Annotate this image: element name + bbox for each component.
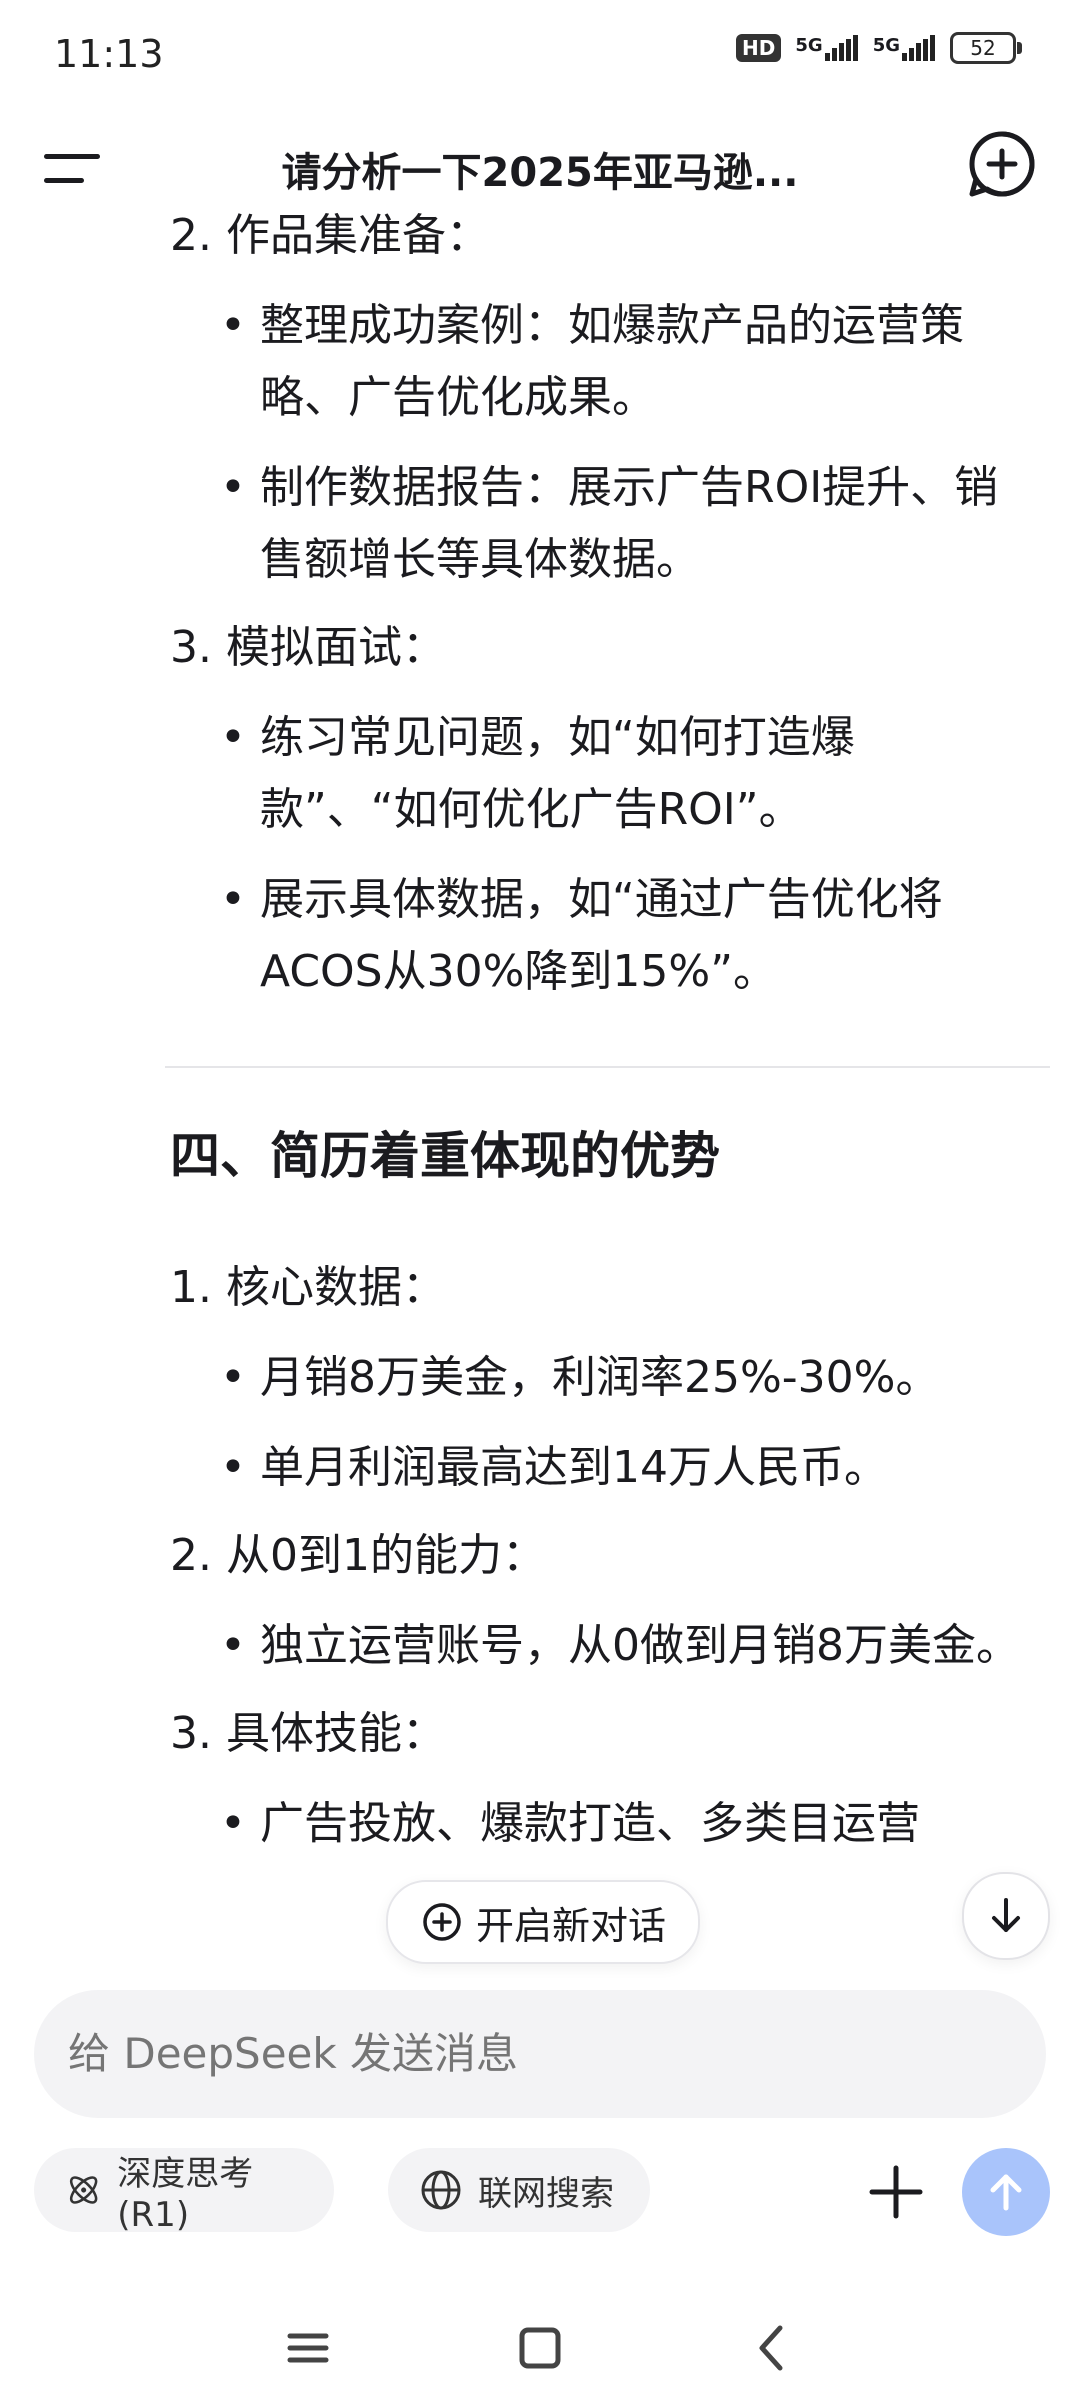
new-chat-icon [423,1903,461,1941]
signal-2-icon: 5G [873,35,936,61]
status-time: 11:13 [54,32,164,76]
plus-icon [869,2165,923,2219]
list-item: 展示具体数据，如“通过广告优化将ACOS从30%降到15%”。 [220,864,1030,1008]
list-item: 制作数据报告：展示广告ROI提升、销售额增长等具体数据。 [220,452,1030,596]
list-item: 练习常见问题，如“如何打造爆款”、“如何优化广告ROI”。 [220,702,1030,846]
web-search-label: 联网搜索 [478,2173,614,2214]
menu-icon[interactable] [44,134,104,194]
numbered-heading: 2. 作品集准备： [170,210,490,261]
arrow-down-icon [992,1898,1020,1932]
attach-button[interactable] [856,2152,936,2232]
arrow-up-icon [990,2174,1022,2211]
home-icon[interactable] [510,2318,570,2378]
status-bar: 11:13 HD 5G 5G 52 [0,0,1080,112]
bullet-list: 月销8万美金，利润率25%-30%。 单月利润最高达到14万人民币。 [220,1342,1030,1504]
back-icon[interactable] [742,2318,802,2378]
new-chat-icon[interactable] [962,124,1042,204]
list-item: 独立运营账号，从0做到月销8万美金。 [220,1610,1030,1682]
recent-apps-icon[interactable] [278,2318,338,2378]
hd-icon: HD [736,34,782,62]
numbered-heading: 3. 模拟面试： [170,622,446,673]
advantage-item: 2. 从0到1的能力： 独立运营账号，从0做到月销8万美金。 [170,1520,1030,1682]
numbered-heading: 2. 从0到1的能力： [170,1530,546,1581]
advantage-item: 3. 具体技能： 广告投放、爆款打造、多类目运营 [170,1698,1030,1860]
numbered-heading: 3. 具体技能： [170,1708,446,1759]
deep-think-label: 深度思考 (R1) [117,2153,254,2235]
atom-icon [69,2176,98,2204]
globe-icon [421,2170,461,2210]
conversation-title: 请分析一下2025年亚马逊... [281,150,799,196]
scroll-down-button[interactable] [962,1872,1050,1960]
list-item: 广告投放、爆款打造、多类目运营 [220,1788,1030,1860]
web-search-toggle[interactable]: 联网搜索 [388,2148,650,2232]
battery-icon: 52 [950,32,1022,64]
list-item: 整理成功案例：如爆款产品的运营策略、广告优化成果。 [220,290,1030,434]
deep-think-toggle[interactable]: 深度思考 (R1) [34,2148,334,2235]
message-input[interactable] [34,1990,1046,2118]
numbered-heading: 1. 核心数据： [170,1262,446,1313]
divider [165,1066,1050,1068]
list-item: 月销8万美金，利润率25%-30%。 [220,1342,1030,1414]
bullet-list: 广告投放、爆款打造、多类目运营 [220,1788,1030,1860]
advantage-item: 1. 核心数据： 月销8万美金，利润率25%-30%。 单月利润最高达到14万人… [170,1252,1030,1504]
bullet-list: 练习常见问题，如“如何打造爆款”、“如何优化广告ROI”。 展示具体数据，如“通… [220,702,1030,1008]
signal-1-icon: 5G [795,35,858,61]
bullet-list: 整理成功案例：如爆款产品的运营策略、广告优化成果。 制作数据报告：展示广告ROI… [220,290,1030,596]
new-conversation-button[interactable]: 开启新对话 [386,1880,700,1964]
list-item: 单月利润最高达到14万人民币。 [220,1432,1030,1504]
prep-item: 2. 作品集准备： 整理成功案例：如爆款产品的运营策略、广告优化成果。 制作数据… [170,200,1030,596]
new-conversation-label: 开启新对话 [475,1903,666,1948]
section-heading: 四、简历着重体现的优势 [170,1127,720,1185]
message-content: 2. 作品集准备： 整理成功案例：如爆款产品的运营策略、广告优化成果。 制作数据… [165,200,1050,1876]
prep-item: 3. 模拟面试： 练习常见问题，如“如何打造爆款”、“如何优化广告ROI”。 展… [170,612,1030,1008]
bullet-list: 独立运营账号，从0做到月销8万美金。 [220,1610,1030,1682]
send-button[interactable] [962,2148,1050,2236]
status-icons: HD 5G 5G 52 [736,32,1022,64]
system-nav-bar [0,2290,1080,2400]
